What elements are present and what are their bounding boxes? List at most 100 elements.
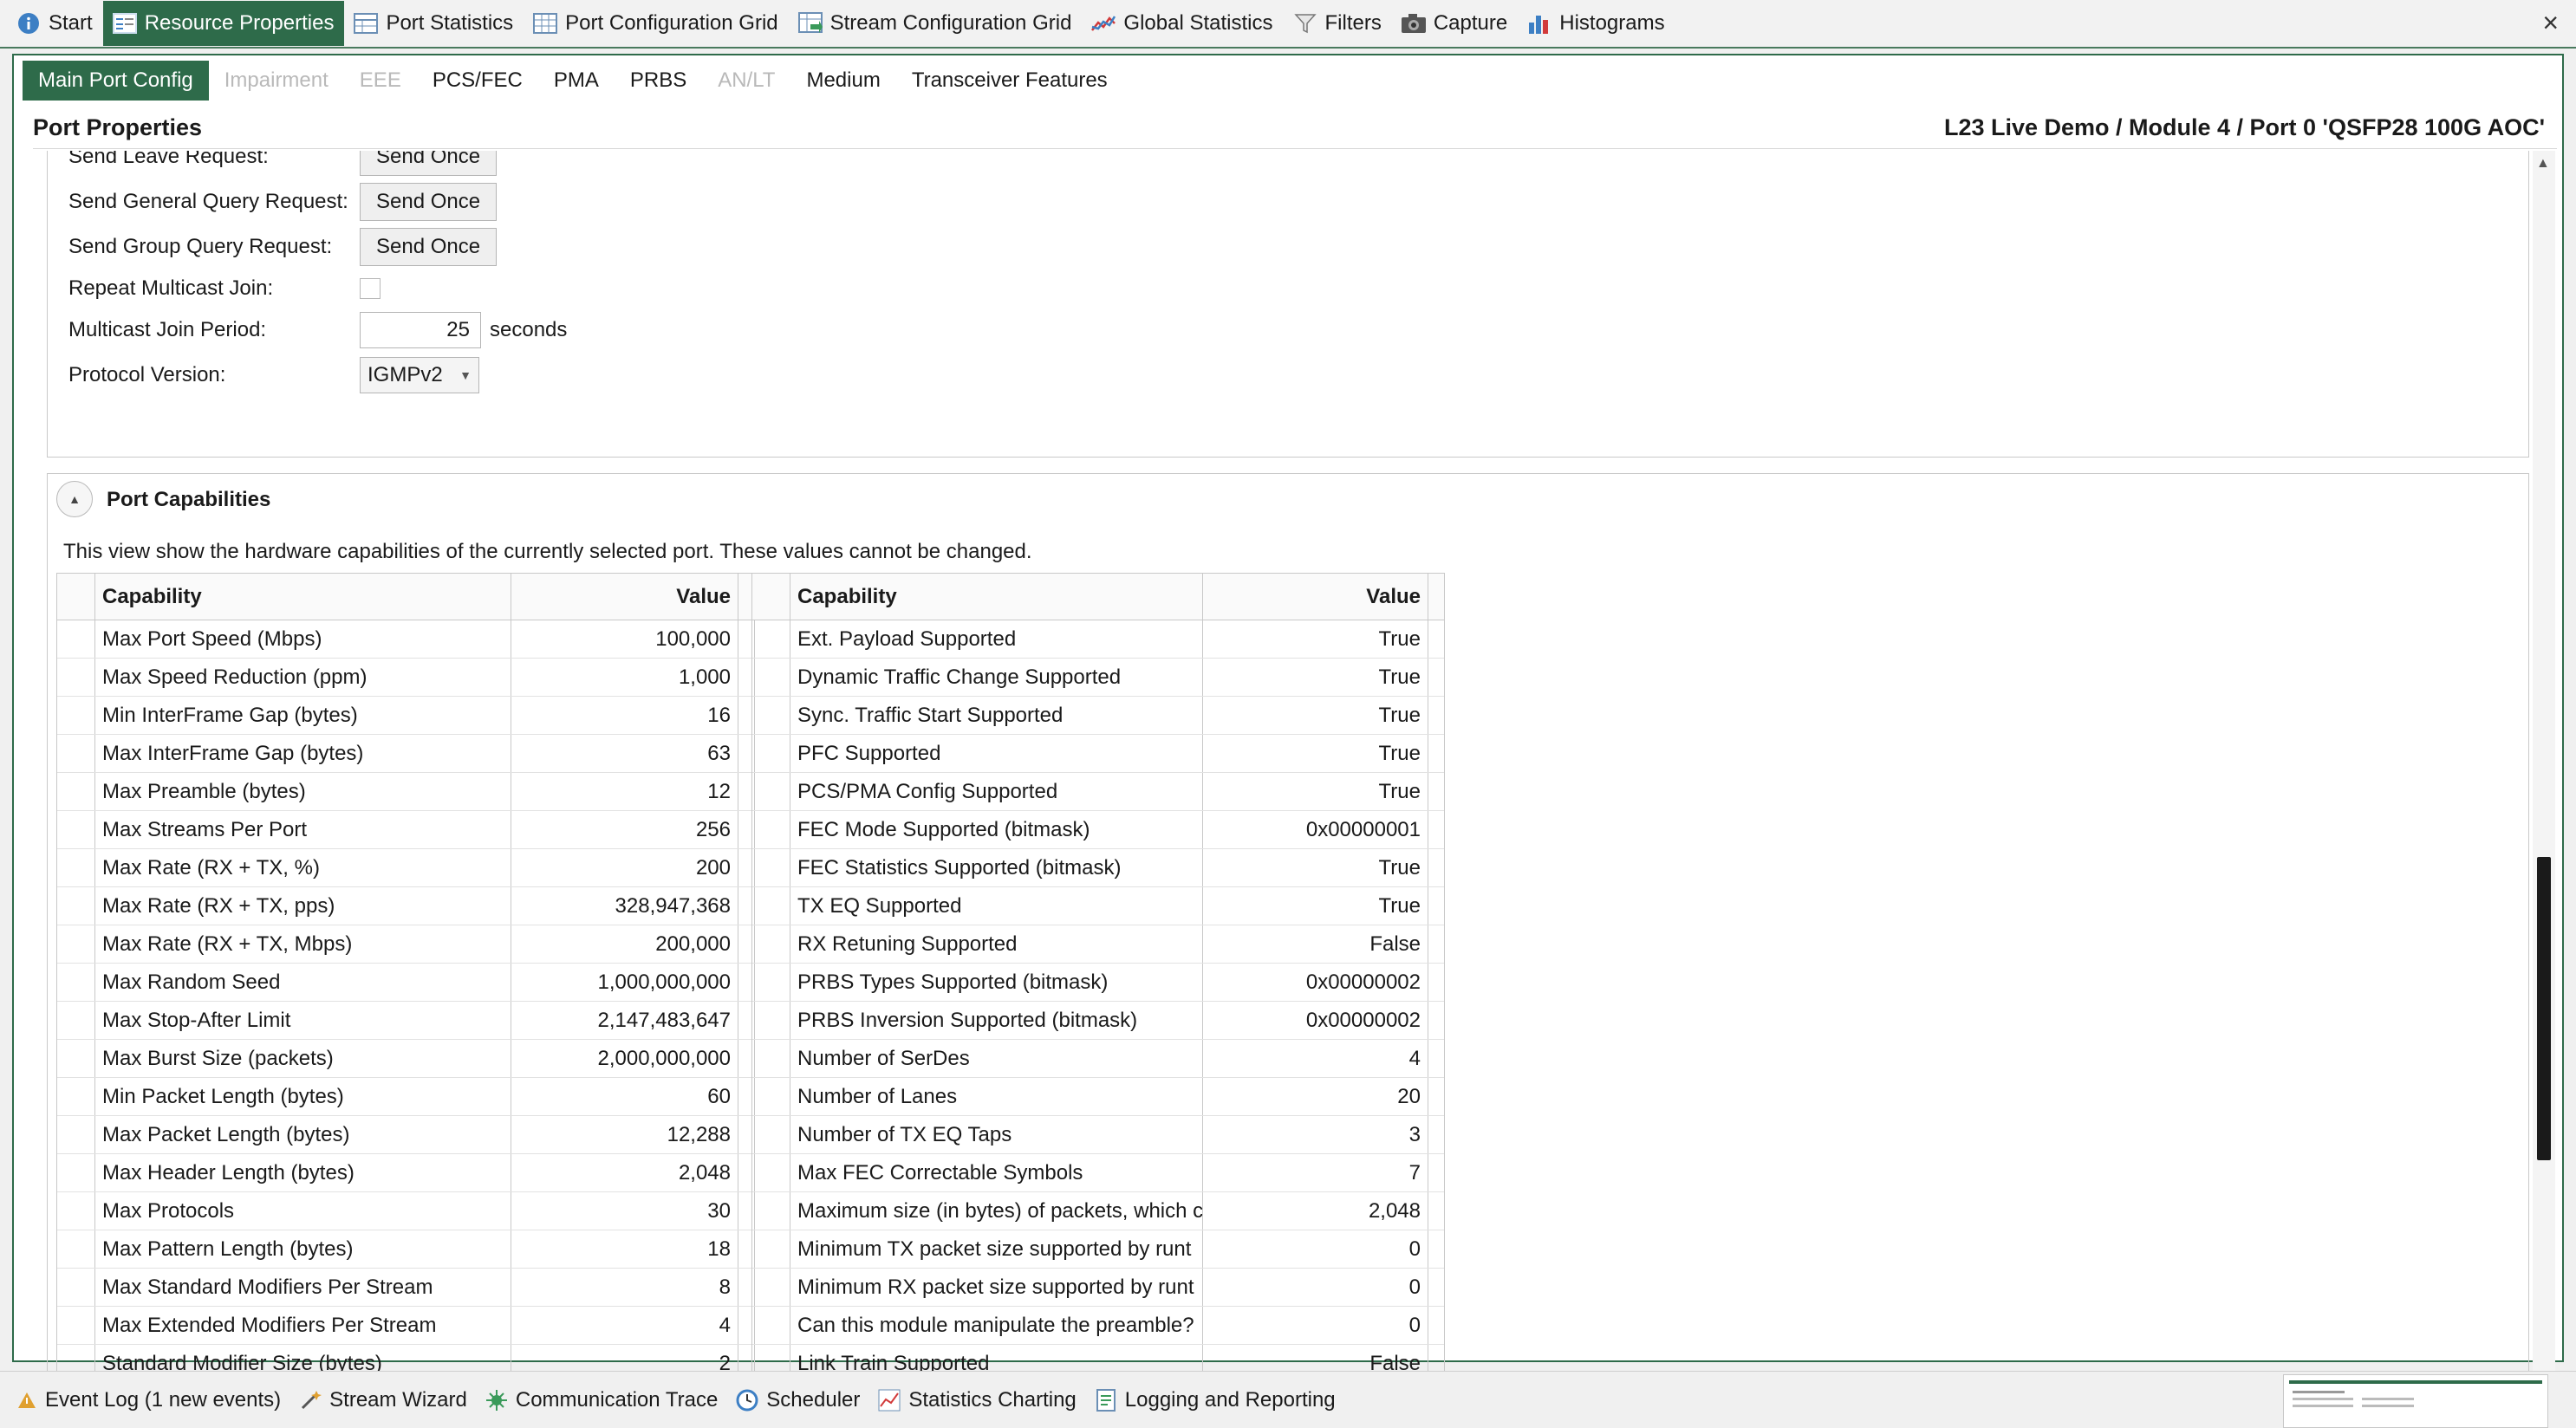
table-row[interactable]: RX Retuning Supported False	[752, 925, 1444, 964]
column-header-capability[interactable]: Capability	[790, 574, 1203, 620]
subtab-main-port-config[interactable]: Main Port Config	[23, 61, 209, 101]
capability-value-cell: 2,048	[511, 1154, 738, 1191]
row-gutter	[752, 1307, 790, 1344]
tab-port-statistics[interactable]: Port Statistics	[344, 1, 524, 46]
subtab-transceiver-features[interactable]: Transceiver Features	[896, 61, 1123, 101]
table-row[interactable]: Max Burst Size (packets) 2,000,000,000	[57, 1040, 754, 1078]
table-row[interactable]: Max Preamble (bytes) 12	[57, 773, 754, 811]
table-row[interactable]: Can this module manipulate the preamble?…	[752, 1307, 1444, 1345]
table-row[interactable]: Max Random Seed 1,000,000,000	[57, 964, 754, 1002]
repeat-join-checkbox[interactable]	[360, 278, 381, 299]
join-period-input[interactable]	[360, 312, 481, 348]
table-row[interactable]: Max Streams Per Port 256	[57, 811, 754, 849]
subtab-medium[interactable]: Medium	[790, 61, 895, 101]
send-leave-button[interactable]: Send Once	[360, 151, 498, 176]
table-row[interactable]: Number of TX EQ Taps 3	[752, 1116, 1444, 1154]
tab-resource-properties[interactable]: Resource Properties	[102, 1, 345, 46]
table-row[interactable]: Max Rate (RX + TX, pps) 328,947,368	[57, 887, 754, 925]
join-period-unit: seconds	[490, 318, 568, 341]
table-row[interactable]: Max Header Length (bytes) 2,048	[57, 1154, 754, 1192]
table-row[interactable]: FEC Statistics Supported (bitmask) True	[752, 849, 1444, 887]
send-leave-row: Send Leave Request: Send Once	[68, 151, 498, 177]
row-gutter	[752, 697, 790, 734]
capability-value-cell: 12	[511, 773, 738, 810]
tab-scheduler[interactable]: Scheduler	[730, 1388, 872, 1412]
table-row[interactable]: Minimum RX packet size supported by runt…	[752, 1269, 1444, 1307]
table-row[interactable]: Max FEC Correctable Symbols 7	[752, 1154, 1444, 1192]
row-gutter	[752, 925, 790, 963]
subtab-pcs-fec[interactable]: PCS/FEC	[417, 61, 538, 101]
table-row[interactable]: Max Packet Length (bytes) 12,288	[57, 1116, 754, 1154]
tab-filters[interactable]: Filters	[1284, 1, 1392, 46]
table-row[interactable]: Dynamic Traffic Change Supported True	[752, 659, 1444, 697]
column-header-capability[interactable]: Capability	[95, 574, 511, 620]
capability-name-cell: Max Preamble (bytes)	[95, 773, 511, 810]
port-config-subtabs: Main Port Config Impairment EEE PCS/FEC …	[23, 61, 1123, 101]
table-row[interactable]: Max Protocols 30	[57, 1192, 754, 1230]
table-row[interactable]: Max Extended Modifiers Per Stream 4	[57, 1307, 754, 1345]
table-row[interactable]: Min Packet Length (bytes) 60	[57, 1078, 754, 1116]
capability-name-cell: Minimum RX packet size supported by runt	[790, 1269, 1203, 1306]
window-thumbnail-preview[interactable]	[2283, 1374, 2548, 1428]
column-header-value[interactable]: Value	[511, 574, 738, 620]
tab-capture[interactable]: Capture	[1392, 1, 1518, 46]
scroll-up-icon[interactable]: ▲	[2536, 156, 2550, 172]
row-gutter	[752, 773, 790, 810]
table-row[interactable]: Max Stop-After Limit 2,147,483,647	[57, 1002, 754, 1040]
table-row[interactable]: Max Rate (RX + TX, Mbps) 200,000	[57, 925, 754, 964]
table-row[interactable]: Minimum TX packet size supported by runt…	[752, 1230, 1444, 1269]
tab-start[interactable]: Start	[7, 1, 103, 46]
tab-stream-wizard[interactable]: Stream Wizard	[293, 1388, 479, 1412]
table-row[interactable]: TX EQ Supported True	[752, 887, 1444, 925]
tab-histograms[interactable]: Histograms	[1518, 1, 1675, 46]
properties-scroll-area: Send Leave Request: Send Once Send Gener…	[33, 151, 2529, 1402]
table-row[interactable]: Min InterFrame Gap (bytes) 16	[57, 697, 754, 735]
table-row[interactable]: Sync. Traffic Start Supported True	[752, 697, 1444, 735]
table-row[interactable]: Max Standard Modifiers Per Stream 8	[57, 1269, 754, 1307]
tab-port-configuration-grid[interactable]: Port Configuration Grid	[524, 1, 788, 46]
row-gutter	[752, 1192, 790, 1230]
capability-value-cell: True	[1203, 849, 1428, 886]
capability-value-cell: 16	[511, 697, 738, 734]
capability-value-cell: 8	[511, 1269, 738, 1306]
tab-stream-configuration-grid[interactable]: Stream Configuration Grid	[789, 1, 1083, 46]
protocol-version-select[interactable]: IGMPv2 ▼	[360, 357, 479, 393]
table-row[interactable]: PRBS Inversion Supported (bitmask) 0x0000…	[752, 1002, 1444, 1040]
table-row[interactable]: Max Port Speed (Mbps) 100,000	[57, 620, 754, 659]
scrollbar-thumb[interactable]	[2537, 857, 2551, 1160]
tab-communication-trace[interactable]: Communication Trace	[479, 1388, 730, 1412]
tab-event-log[interactable]: Event Log (1 new events)	[9, 1388, 293, 1412]
table-row[interactable]: PCS/PMA Config Supported True	[752, 773, 1444, 811]
table-row[interactable]: Ext. Payload Supported True	[752, 620, 1444, 659]
table-row[interactable]: Number of Lanes 20	[752, 1078, 1444, 1116]
table-row[interactable]: Max Rate (RX + TX, %) 200	[57, 849, 754, 887]
join-period-label: Multicast Join Period:	[68, 318, 267, 341]
close-icon[interactable]: ×	[2542, 7, 2559, 39]
subtab-prbs[interactable]: PRBS	[615, 61, 702, 101]
capability-name-cell: Max Packet Length (bytes)	[95, 1116, 511, 1153]
capability-value-cell: 3	[1203, 1116, 1428, 1153]
tab-statistics-charting[interactable]: Statistics Charting	[872, 1388, 1088, 1412]
send-group-query-label: Send Group Query Request:	[68, 235, 333, 258]
capability-value-cell: 200,000	[511, 925, 738, 963]
table-row[interactable]: Maximum size (in bytes) of packets, whic…	[752, 1192, 1444, 1230]
subtab-pma[interactable]: PMA	[538, 61, 615, 101]
vertical-scrollbar[interactable]: ▲ ▼	[2533, 151, 2555, 1402]
table-row[interactable]: Max Pattern Length (bytes) 18	[57, 1230, 754, 1269]
table-row[interactable]: Max InterFrame Gap (bytes) 63	[57, 735, 754, 773]
protocol-version-label: Protocol Version:	[68, 363, 226, 386]
table-row[interactable]: PFC Supported True	[752, 735, 1444, 773]
collapse-toggle-icon[interactable]: ▲	[56, 481, 93, 517]
send-group-query-row: Send Group Query Request: Send Once	[68, 227, 498, 267]
table-row[interactable]: FEC Mode Supported (bitmask) 0x00000001	[752, 811, 1444, 849]
table-row[interactable]: Max Speed Reduction (ppm) 1,000	[57, 659, 754, 697]
table-row[interactable]: Number of SerDes 4	[752, 1040, 1444, 1078]
row-gutter	[57, 849, 95, 886]
send-group-query-button[interactable]: Send Once	[360, 228, 498, 266]
tab-global-statistics[interactable]: Global Statistics	[1082, 1, 1283, 46]
table-row[interactable]: PRBS Types Supported (bitmask) 0x00000002	[752, 964, 1444, 1002]
tab-logging-reporting[interactable]: Logging and Reporting	[1089, 1388, 1348, 1412]
send-general-query-button[interactable]: Send Once	[360, 183, 498, 221]
column-header-value[interactable]: Value	[1203, 574, 1428, 620]
send-general-query-row: Send General Query Request: Send Once	[68, 182, 498, 222]
